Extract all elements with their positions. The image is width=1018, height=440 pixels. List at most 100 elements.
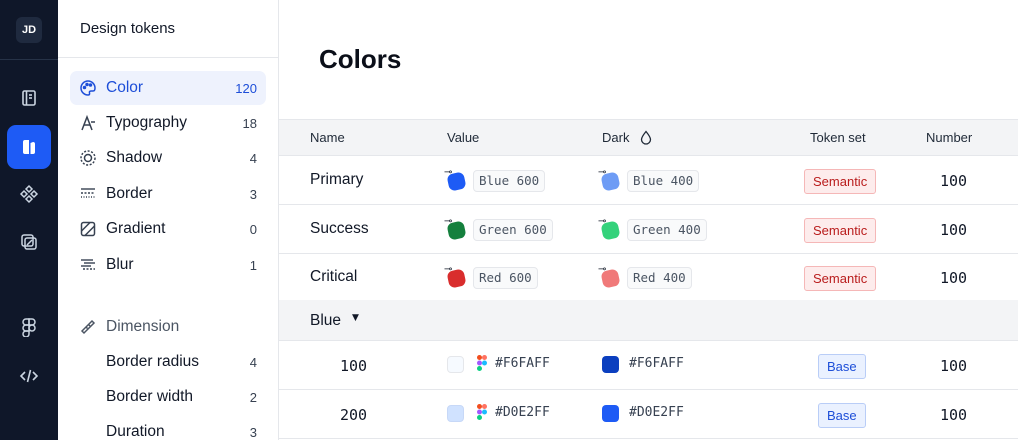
token-set-badge: Base	[818, 403, 866, 428]
dark-alias-tag[interactable]: Blue 400	[627, 170, 700, 192]
value-alias-tag[interactable]: Red 600	[473, 267, 538, 289]
link-icon: ⊸	[598, 167, 607, 178]
code-icon[interactable]	[7, 354, 51, 398]
value-alias-tag[interactable]: Green 600	[473, 219, 553, 241]
sidebar-item-count: 3	[249, 186, 257, 202]
number-value: 100	[940, 172, 968, 190]
sidebar-item-blur[interactable]: Blur 1	[70, 248, 266, 282]
rail-divider	[0, 59, 58, 60]
number-value: 100	[940, 406, 968, 424]
sidebar-item-color[interactable]: Color 120	[70, 71, 266, 105]
column-header-value[interactable]: Value	[447, 130, 479, 145]
avatar[interactable]: JD	[16, 17, 42, 43]
group-row-blue[interactable]: Blue ▼	[279, 300, 1018, 341]
token-name: Success	[310, 220, 369, 237]
sidebar-item-gradient[interactable]: Gradient 0	[70, 212, 266, 246]
link-icon: ⊸	[598, 216, 607, 227]
column-header-dark[interactable]: Dark	[602, 130, 629, 145]
sidebar-item-count: 0	[249, 221, 257, 237]
sidebar-title: Design tokens	[80, 20, 176, 37]
sidebar-item-label: Gradient	[106, 220, 166, 237]
token-set-badge: Semantic	[804, 218, 877, 243]
column-header-token-set[interactable]: Token set	[810, 130, 866, 145]
border-icon	[70, 185, 106, 203]
chevron-down-icon[interactable]: ▼	[352, 313, 359, 323]
dark-color-swatch: ⊸	[598, 264, 621, 289]
sidebar-group-dimension[interactable]: Dimension	[70, 310, 266, 344]
value-alias-tag[interactable]: Blue 600	[473, 170, 546, 192]
sidebar-item-duration[interactable]: Duration 3	[70, 415, 266, 440]
tokens-icon[interactable]	[7, 125, 51, 169]
token-set-badge: Base	[818, 354, 866, 379]
table-row[interactable]: 100 #F6FAFF #F6FAFF Base 100	[279, 341, 1018, 390]
sidebar-item-count: 1	[249, 257, 257, 273]
page-title: Colors	[319, 44, 402, 74]
figma-icon	[477, 355, 487, 371]
sidebar-item-border-radius[interactable]: Border radius 4	[70, 345, 266, 379]
number-value: 100	[940, 357, 968, 375]
token-set-badge: Semantic	[804, 266, 877, 291]
figma-icon[interactable]	[7, 305, 51, 349]
token-name: 100	[340, 357, 368, 375]
sidebar-item-count: 4	[249, 354, 257, 370]
value-hex: #F6FAFF	[495, 356, 550, 371]
link-icon: ⊸	[444, 167, 453, 178]
droplet-icon	[640, 130, 652, 145]
column-header-name[interactable]: Name	[310, 130, 345, 145]
link-icon: ⊸	[444, 264, 453, 275]
sidebar-item-typography[interactable]: Typography 18	[70, 106, 266, 140]
sidebar-item-count: 18	[242, 115, 257, 131]
sidebar-item-label: Duration	[106, 423, 165, 440]
sidebar-item-label: Color	[106, 79, 144, 96]
table-row[interactable]: Success ⊸ Green 600 ⊸ Green 400 Semantic…	[279, 205, 1018, 254]
table-header: Name Value Dark Token set Number	[279, 119, 1018, 156]
sidebar-divider	[58, 57, 278, 58]
typography-icon	[70, 114, 106, 132]
dark-hex: #F6FAFF	[629, 356, 684, 371]
table-row[interactable]: Critical ⊸ Red 600 ⊸ Red 400 Semantic 10…	[279, 253, 1018, 302]
dark-color-swatch	[602, 405, 619, 422]
link-icon: ⊸	[444, 216, 453, 227]
sidebar-item-count: 2	[249, 389, 257, 405]
main-content: Colors Name Value Dark Token set Number …	[279, 0, 1018, 440]
link-icon: ⊸	[598, 264, 607, 275]
sidebar-item-border[interactable]: Border 3	[70, 177, 266, 211]
sidebar-item-label: Border width	[106, 388, 194, 405]
sidebar: Design tokens Color 120 Typography 18 Sh…	[58, 0, 279, 440]
value-color-swatch	[447, 356, 464, 373]
token-name: 200	[340, 406, 368, 424]
sidebar-item-count: 3	[249, 424, 257, 440]
ruler-icon	[70, 318, 106, 336]
dark-color-swatch	[602, 356, 619, 373]
sidebar-group-label: Dimension	[106, 318, 180, 335]
dark-alias-tag[interactable]: Red 400	[627, 267, 692, 289]
table-row[interactable]: 200 #D0E2FF #D0E2FF Base 100	[279, 390, 1018, 439]
dark-color-swatch: ⊸	[598, 167, 621, 192]
sidebar-item-label: Blur	[106, 256, 134, 273]
app-rail: JD	[0, 0, 58, 440]
gradient-icon	[70, 220, 106, 238]
components-icon[interactable]	[7, 172, 51, 216]
color-swatch: ⊸	[444, 216, 467, 241]
book-icon[interactable]	[7, 76, 51, 120]
sidebar-item-shadow[interactable]: Shadow 4	[70, 141, 266, 175]
token-name: Primary	[310, 171, 364, 188]
dark-color-swatch: ⊸	[598, 216, 621, 241]
sidebar-item-border-width[interactable]: Border width 2	[70, 380, 266, 414]
table-row[interactable]: Primary ⊸ Blue 600 ⊸ Blue 400 Semantic 1…	[279, 156, 1018, 205]
value-color-swatch	[447, 405, 464, 422]
shadow-icon	[70, 149, 106, 167]
token-set-badge: Semantic	[804, 169, 877, 194]
figma-icon	[477, 404, 487, 420]
color-swatch: ⊸	[444, 167, 467, 192]
sidebar-item-label: Border	[106, 185, 153, 202]
group-label: Blue	[310, 312, 342, 329]
number-value: 100	[940, 269, 968, 287]
number-value: 100	[940, 221, 968, 239]
sidebar-item-count: 4	[249, 150, 257, 166]
dark-hex: #D0E2FF	[629, 405, 684, 420]
dark-alias-tag[interactable]: Green 400	[627, 219, 707, 241]
color-swatch: ⊸	[444, 264, 467, 289]
column-header-number[interactable]: Number	[926, 130, 972, 145]
styles-icon[interactable]	[7, 220, 51, 264]
